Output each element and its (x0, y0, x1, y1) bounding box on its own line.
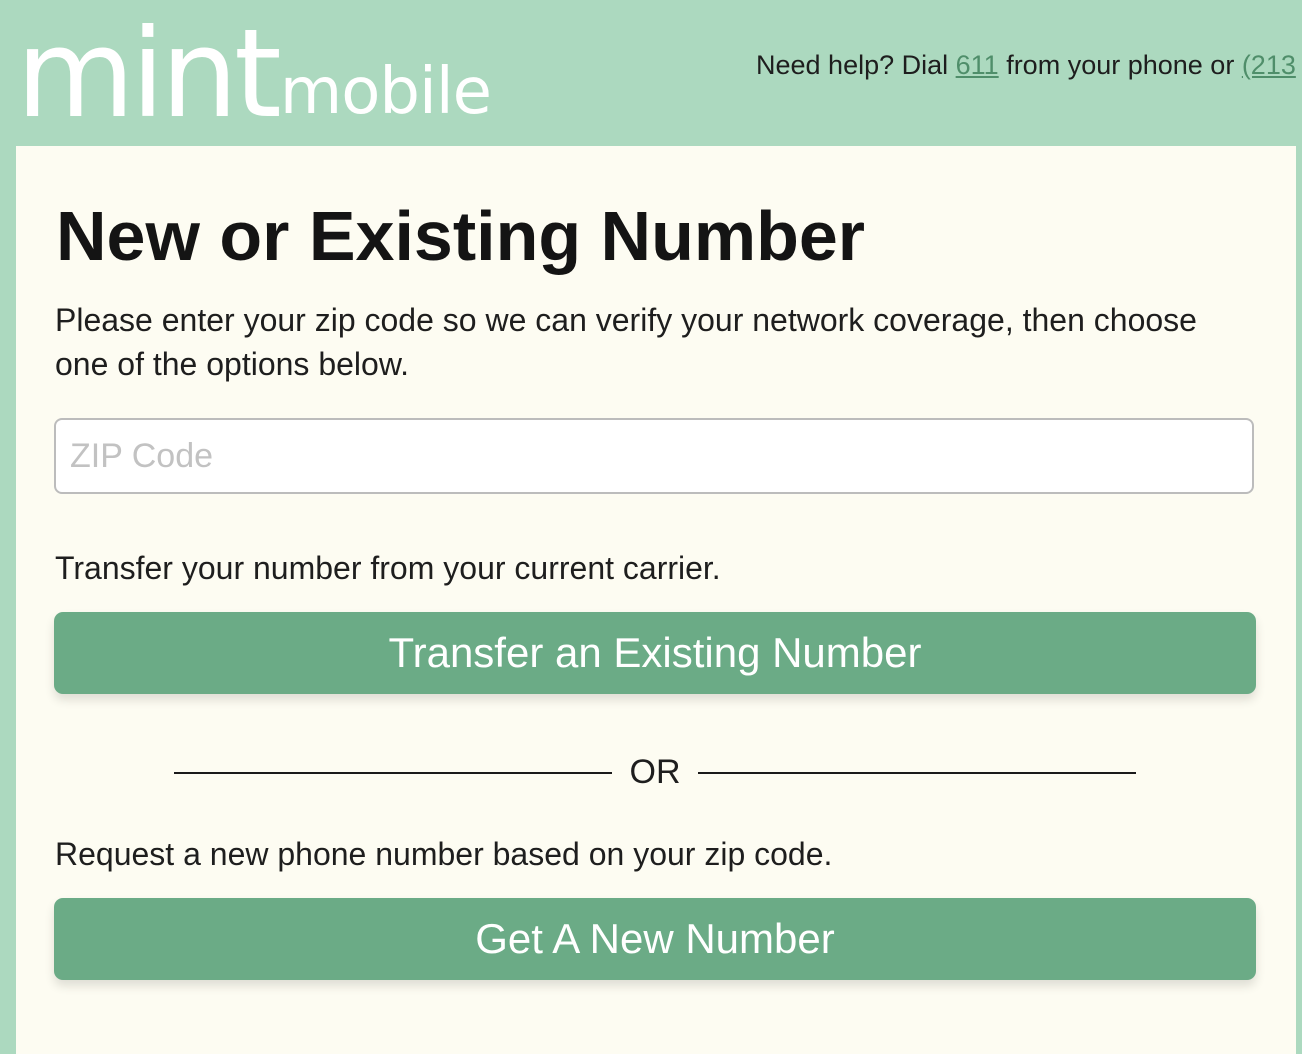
number-choice-card: New or Existing Number Please enter your… (16, 146, 1296, 1054)
or-divider: OR (174, 750, 1136, 794)
mint-mobile-logo[interactable]: mint mobile (16, 3, 492, 145)
page-title: New or Existing Number (56, 197, 866, 275)
new-number-description: Request a new phone number based on your… (55, 836, 833, 872)
transfer-number-button[interactable]: Transfer an Existing Number (54, 612, 1256, 694)
help-prefix: Need help? Dial (756, 50, 956, 80)
short-code-link[interactable]: 611 (956, 50, 999, 80)
intro-text: Please enter your zip code so we can ver… (55, 302, 1197, 382)
transfer-description: Transfer your number from your current c… (55, 550, 721, 586)
get-new-number-button[interactable]: Get A New Number (54, 898, 1256, 980)
logo-mint-text: mint (16, 3, 282, 145)
help-middle: from your phone or (998, 50, 1242, 80)
zip-code-input[interactable] (54, 418, 1254, 494)
divider-line-right (698, 772, 1136, 774)
help-text: Need help? Dial 611 from your phone or (… (756, 50, 1296, 81)
logo-mobile-text: mobile (279, 55, 492, 129)
site-header: mint mobile Need help? Dial 611 from you… (0, 0, 1302, 146)
support-phone-link[interactable]: (213 (1242, 50, 1296, 80)
